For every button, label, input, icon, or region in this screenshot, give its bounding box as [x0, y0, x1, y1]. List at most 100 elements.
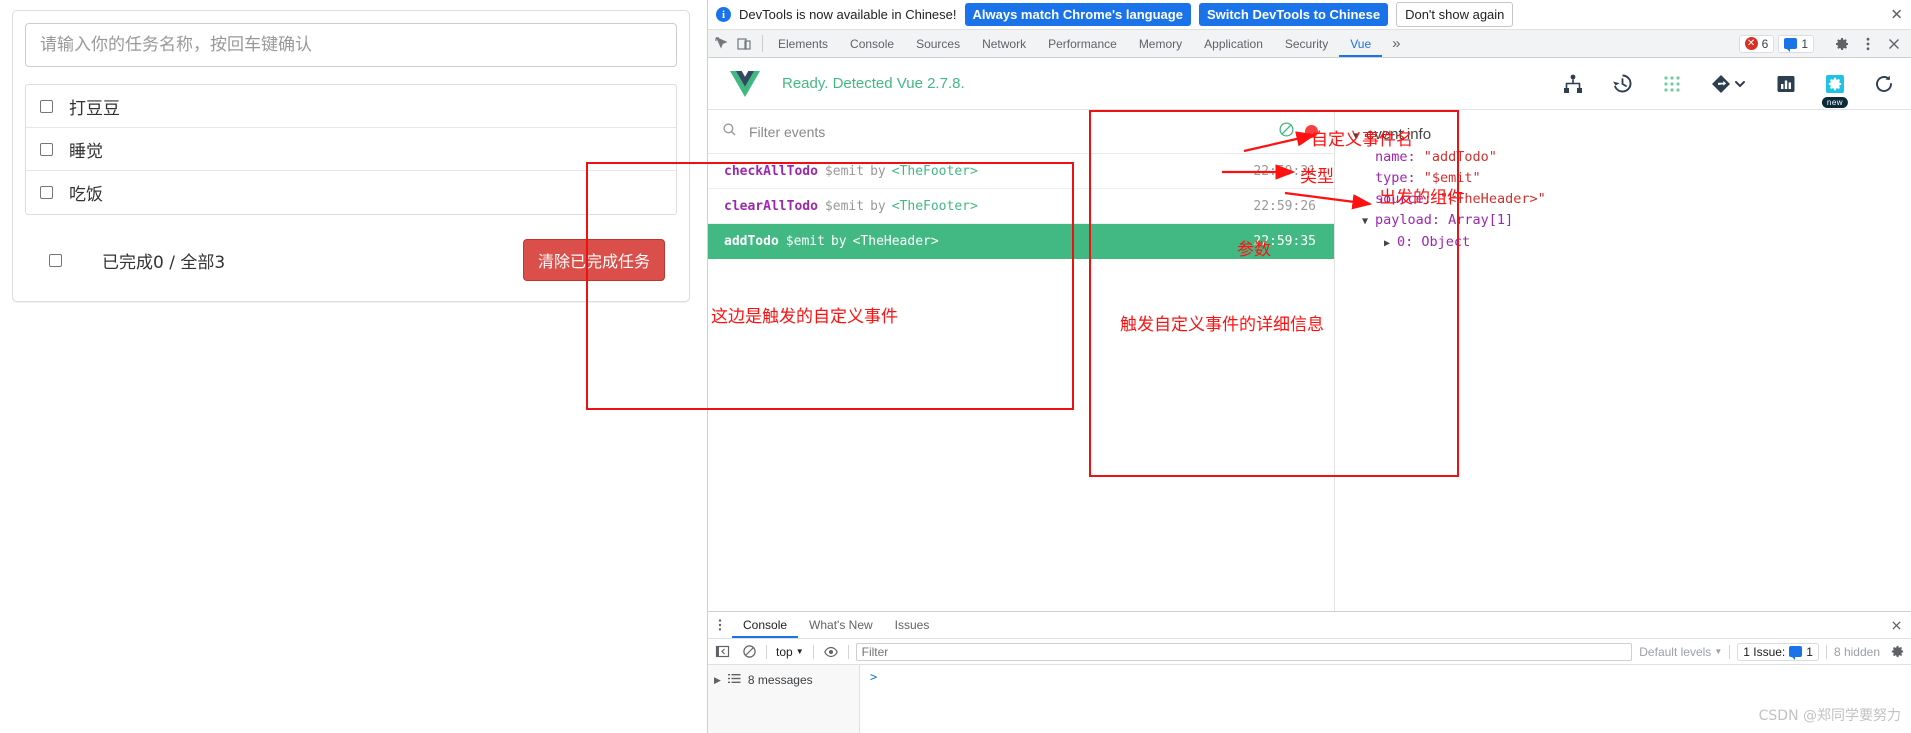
- console-filter-input[interactable]: [855, 642, 1633, 661]
- inspect-element-icon[interactable]: [714, 36, 730, 52]
- tab-elements[interactable]: Elements: [767, 30, 839, 57]
- device-toolbar-icon[interactable]: [736, 36, 752, 52]
- live-expression-icon[interactable]: [821, 642, 841, 662]
- switch-to-chinese-button[interactable]: Switch DevTools to Chinese: [1198, 3, 1389, 26]
- close-icon[interactable]: [1882, 612, 1911, 638]
- list-item[interactable]: 吃饭: [26, 171, 676, 214]
- events-list: checkAllTodo $emit by <TheFooter> 22:59:…: [708, 154, 1334, 259]
- event-info-payload-child[interactable]: ▶ 0: Object: [1353, 232, 1546, 254]
- dont-show-again-button[interactable]: Don't show again: [1396, 2, 1514, 27]
- vue-logo-icon: [730, 70, 760, 97]
- timeline-history-icon[interactable]: [1611, 72, 1634, 95]
- event-by-label: by: [830, 233, 847, 249]
- event-time: 22:59:35: [1253, 233, 1316, 249]
- show-console-sidebar-icon[interactable]: [712, 642, 732, 662]
- divider: [1729, 644, 1731, 659]
- event-row-selected[interactable]: addTodo $emit by <TheHeader> 22:59:35: [708, 224, 1334, 259]
- todo-checkbox[interactable]: [40, 142, 53, 156]
- more-options-icon[interactable]: [1857, 33, 1879, 55]
- value-type: "$emit": [1423, 170, 1481, 186]
- tab-network[interactable]: Network: [971, 30, 1037, 57]
- key-name: name:: [1375, 149, 1416, 165]
- event-type: $emit: [785, 233, 825, 249]
- info-icon: i: [716, 7, 731, 22]
- console-levels-selector[interactable]: Default levels ▼: [1639, 645, 1722, 659]
- tab-sources[interactable]: Sources: [905, 30, 971, 57]
- record-dot-icon[interactable]: [1305, 125, 1318, 138]
- messages-count-label: 8 messages: [747, 673, 813, 687]
- tab-memory[interactable]: Memory: [1128, 30, 1193, 57]
- tab-overflow-icon[interactable]: »: [1382, 30, 1410, 57]
- new-badge: new: [1821, 96, 1849, 108]
- payload-child-label: 0: Object: [1397, 234, 1471, 250]
- filter-events-input[interactable]: [747, 122, 1268, 141]
- tab-performance[interactable]: Performance: [1037, 30, 1128, 57]
- tab-console[interactable]: Console: [839, 30, 905, 57]
- chevron-down-icon: ▼: [795, 647, 804, 656]
- close-icon[interactable]: ✕: [1890, 7, 1903, 22]
- ban-clear-icon[interactable]: [1278, 121, 1295, 143]
- clear-console-icon[interactable]: [739, 642, 759, 662]
- performance-bars-icon[interactable]: [1775, 73, 1797, 95]
- event-name: checkAllTodo: [724, 163, 818, 179]
- console-prompt[interactable]: >: [860, 665, 1911, 733]
- event-info-source-row: source: "<TheHeader>": [1353, 189, 1546, 210]
- drawer-tab-whats-new[interactable]: What's New: [798, 612, 884, 638]
- divider: [766, 644, 767, 659]
- todo-input[interactable]: [25, 23, 677, 67]
- more-options-icon[interactable]: [708, 612, 732, 638]
- list-item[interactable]: 睡觉: [26, 128, 676, 171]
- event-info-name-row: name: "addTodo": [1353, 147, 1546, 168]
- infobar-message: DevTools is now available in Chinese!: [739, 7, 957, 22]
- gear-icon[interactable]: [1831, 33, 1853, 55]
- todo-app-container: 打豆豆 睡觉 吃饭 已完成0 / 全部3 清除已完成任务: [12, 10, 690, 302]
- list-icon: [727, 673, 741, 687]
- vuex-dots-icon[interactable]: [1661, 73, 1683, 95]
- error-icon: ✕: [1744, 37, 1758, 50]
- vue-toolbar: new: [1562, 72, 1895, 108]
- event-type: $emit: [824, 198, 865, 214]
- todo-label: 睡觉: [69, 141, 103, 162]
- refresh-icon[interactable]: [1873, 73, 1895, 95]
- todo-checkbox[interactable]: [40, 186, 53, 199]
- event-row[interactable]: checkAllTodo $emit by <TheFooter> 22:59:…: [708, 154, 1334, 189]
- todo-list: 打豆豆 睡觉 吃饭: [25, 84, 677, 215]
- tabstrip-left-icons: [708, 30, 758, 57]
- devtools-panel: i DevTools is now available in Chinese! …: [707, 0, 1911, 733]
- gear-icon[interactable]: [1887, 642, 1907, 662]
- message-count: 1: [1801, 36, 1808, 51]
- devtools-tabstrip: Elements Console Sources Network Perform…: [708, 30, 1911, 58]
- tab-vue[interactable]: Vue: [1339, 30, 1382, 57]
- payload-label: payload: Array[1]: [1375, 212, 1514, 228]
- tab-security[interactable]: Security: [1274, 30, 1339, 57]
- console-drawer: Console What's New Issues top ▼ Filter D…: [708, 611, 1911, 733]
- always-match-language-button[interactable]: Always match Chrome's language: [964, 3, 1191, 26]
- value-source: "<TheHeader>": [1440, 191, 1546, 207]
- console-sidebar-messages[interactable]: ▶ 8 messages: [708, 670, 859, 690]
- close-icon[interactable]: [1883, 33, 1905, 55]
- drawer-tab-issues[interactable]: Issues: [884, 612, 941, 638]
- event-row[interactable]: clearAllTodo $emit by <TheFooter> 22:59:…: [708, 189, 1334, 224]
- message-count-badge[interactable]: 1: [1778, 34, 1814, 53]
- todo-footer: 已完成0 / 全部3 清除已完成任务: [25, 231, 677, 289]
- tab-application[interactable]: Application: [1193, 30, 1274, 57]
- todo-checkbox[interactable]: [40, 99, 53, 113]
- list-item[interactable]: 打豆豆: [26, 85, 676, 128]
- message-icon: [1789, 646, 1803, 660]
- event-info-payload-row[interactable]: ▼ payload: Array[1]: [1353, 210, 1546, 232]
- console-context-selector[interactable]: top ▼: [774, 645, 806, 659]
- components-tree-icon[interactable]: [1562, 73, 1584, 95]
- routes-icon[interactable]: [1710, 73, 1748, 95]
- issues-chip[interactable]: 1 Issue: 1: [1737, 642, 1819, 661]
- check-all-checkbox[interactable]: [49, 253, 62, 267]
- drawer-tab-console[interactable]: Console: [732, 612, 798, 638]
- event-source: <TheHeader>: [852, 233, 939, 249]
- todo-summary: 已完成0 / 全部3: [102, 252, 226, 273]
- event-name: clearAllTodo: [724, 198, 818, 214]
- settings-gear-icon[interactable]: new: [1821, 73, 1849, 108]
- error-count-badge[interactable]: ✕ 6: [1738, 34, 1775, 53]
- web-page-pane: 打豆豆 睡觉 吃饭 已完成0 / 全部3 清除已完成任务: [0, 0, 707, 733]
- clear-completed-button[interactable]: 清除已完成任务: [522, 239, 665, 281]
- hidden-messages-label: 8 hidden: [1833, 644, 1880, 659]
- event-info-root[interactable]: ▼ event info: [1353, 124, 1546, 147]
